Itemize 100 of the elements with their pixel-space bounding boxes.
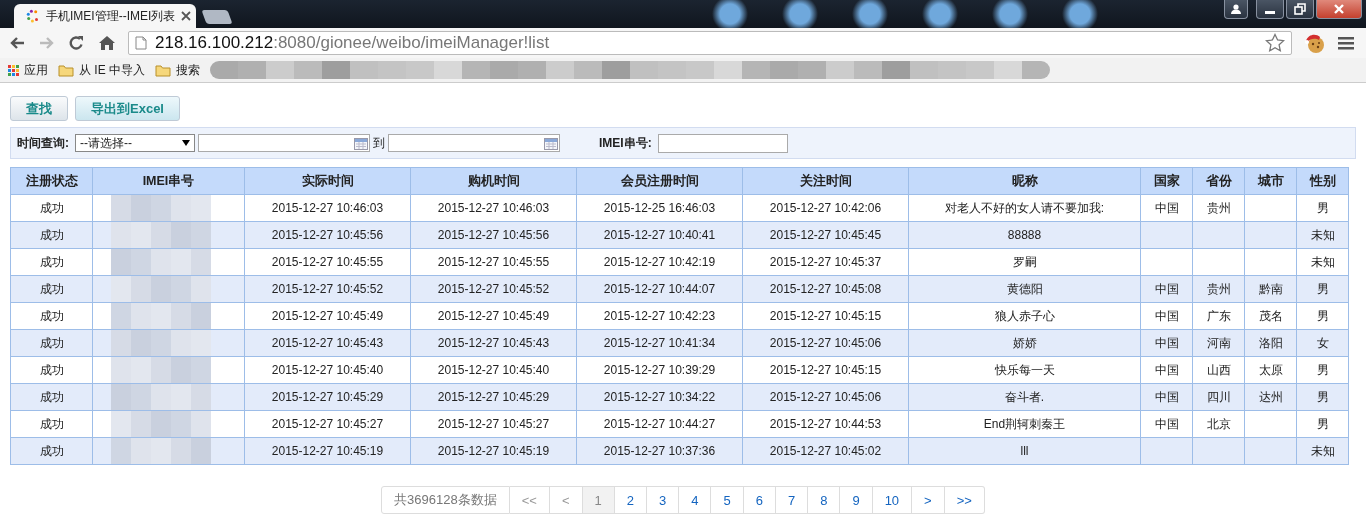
page-link[interactable]: 5 xyxy=(711,486,744,514)
table-cell: 洛阳 xyxy=(1258,335,1283,350)
table-cell: 2015-12-27 10:37:36 xyxy=(603,444,716,458)
table-cell: 山西 xyxy=(1206,362,1231,377)
table-cell: 88888 xyxy=(1007,228,1042,242)
bookmark-item[interactable]: 从 IE 中导入 xyxy=(58,61,145,79)
calendar-icon[interactable] xyxy=(354,136,368,150)
table-cell: 2015-12-27 10:42:19 xyxy=(603,255,716,269)
imei-field[interactable] xyxy=(657,133,788,153)
reload-icon[interactable] xyxy=(68,35,86,51)
bookmark-item[interactable]: 应用 xyxy=(8,61,48,79)
page-link[interactable]: 3 xyxy=(647,486,680,514)
column-header: 会员注册时间 xyxy=(576,167,743,195)
table-cell: 2015-12-27 10:40:41 xyxy=(603,228,716,242)
table-cell: 2015-12-27 10:45:27 xyxy=(271,417,384,431)
close-button[interactable] xyxy=(1316,0,1362,19)
page-link[interactable]: 7 xyxy=(775,486,809,514)
table-cell: 中国 xyxy=(1154,308,1179,323)
table-cell: 2015-12-27 10:45:37 xyxy=(769,255,882,269)
time-label: 时间查询: xyxy=(17,134,69,152)
minimize-button[interactable] xyxy=(1256,0,1284,19)
table-cell: 2015-12-27 10:45:15 xyxy=(769,363,882,377)
table-cell: 成功 xyxy=(39,335,64,350)
table-cell: 2015-12-27 10:44:53 xyxy=(769,417,882,431)
date-field[interactable] xyxy=(388,134,560,152)
table-cell: 男 xyxy=(1316,200,1329,215)
table-cell: 罗嗣 xyxy=(1012,254,1037,269)
table-cell: 贵州 xyxy=(1206,281,1231,296)
page-link[interactable]: >> xyxy=(944,486,985,514)
table-cell: 黔南 xyxy=(1258,281,1283,296)
column-header: 关注时间 xyxy=(742,167,909,195)
tab-title: 手机IMEI管理--IMEI列表 xyxy=(46,7,176,25)
column-header: 购机时间 xyxy=(410,167,577,195)
table-cell: 中国 xyxy=(1154,416,1179,431)
column-header: 性别 xyxy=(1296,167,1349,195)
table-cell: 2015-12-27 10:45:40 xyxy=(437,363,550,377)
table-cell: 中国 xyxy=(1154,362,1179,377)
column-header: 城市 xyxy=(1244,167,1297,195)
table-cell: 成功 xyxy=(39,281,64,296)
table-cell: 2015-12-27 10:45:49 xyxy=(271,309,384,323)
url-text: 218.16.100.212:8080/gionee/weibo/imeiManager!list xyxy=(155,33,551,53)
new-tab-button[interactable] xyxy=(201,10,233,24)
table-cell: 中国 xyxy=(1154,335,1179,350)
export-button[interactable]: 导出到Excel xyxy=(75,96,180,121)
page-link[interactable]: 1 xyxy=(582,486,615,514)
cookie-icon[interactable] xyxy=(1304,32,1326,54)
table-cell: 成功 xyxy=(39,254,64,269)
date-field[interactable] xyxy=(198,134,370,152)
star-icon[interactable] xyxy=(1265,33,1285,53)
maximize-button[interactable] xyxy=(1286,0,1314,19)
back-icon[interactable] xyxy=(8,35,26,51)
table-cell: 2015-12-27 10:45:29 xyxy=(437,390,550,404)
table-cell: 2015-12-27 10:34:22 xyxy=(603,390,716,404)
page-link[interactable]: 8 xyxy=(808,486,841,514)
time-dropdown[interactable]: --请选择-- xyxy=(75,134,195,152)
table-cell: 2015-12-27 10:45:19 xyxy=(437,444,550,458)
column-header: 国家 xyxy=(1140,167,1193,195)
table-cell: 四川 xyxy=(1206,389,1231,404)
table-cell: 成功 xyxy=(39,416,64,431)
table-cell: 男 xyxy=(1316,389,1329,404)
loading-icon xyxy=(26,9,40,23)
page-link[interactable]: 6 xyxy=(743,486,776,514)
table-cell: 2015-12-27 10:42:23 xyxy=(603,309,716,323)
page-link[interactable]: 2 xyxy=(614,486,647,514)
column-header: 实际时间 xyxy=(244,167,411,195)
table-cell: 2015-12-27 10:45:49 xyxy=(437,309,550,323)
page-link[interactable]: 9 xyxy=(840,486,873,514)
table-cell: 2015-12-27 10:45:45 xyxy=(769,228,882,242)
search-button[interactable]: 查找 xyxy=(10,96,68,121)
table-cell: 男 xyxy=(1316,362,1329,377)
close-icon[interactable] xyxy=(181,11,192,21)
calendar-icon[interactable] xyxy=(544,136,558,150)
imei-label: IMEI串号: xyxy=(599,134,652,152)
table-cell: 2015-12-27 10:46:03 xyxy=(271,201,384,215)
table-cell: 2015-12-27 10:45:52 xyxy=(271,282,384,296)
table-cell: lll xyxy=(1020,444,1029,458)
table-cell: 2015-12-27 10:45:06 xyxy=(769,390,882,404)
table-cell: 2015-12-27 10:45:19 xyxy=(271,444,384,458)
table-cell: 2015-12-27 10:45:55 xyxy=(271,255,384,269)
table-cell: 茂名 xyxy=(1258,308,1283,323)
dropdown-arrow-icon xyxy=(182,140,190,146)
bookmark-item[interactable]: 搜索 xyxy=(155,61,200,79)
address-bar[interactable]: 218.16.100.212:8080/gionee/weibo/imeiManager!list xyxy=(128,31,1292,55)
minimize-icon xyxy=(1265,10,1275,14)
table-cell: 2015-12-27 10:45:02 xyxy=(769,444,882,458)
table-cell: 成功 xyxy=(39,443,64,458)
page-link[interactable]: 10 xyxy=(872,486,913,514)
page-link[interactable]: 4 xyxy=(679,486,712,514)
table-cell: 2015-12-27 10:45:15 xyxy=(769,309,882,323)
profile-button[interactable] xyxy=(1224,0,1248,19)
page-link[interactable]: > xyxy=(912,486,945,514)
table-cell: 2015-12-27 10:44:27 xyxy=(603,417,716,431)
table-cell: 男 xyxy=(1316,416,1329,431)
table-cell: 男 xyxy=(1316,308,1329,323)
table-cell: 2015-12-27 10:45:27 xyxy=(437,417,550,431)
home-icon[interactable] xyxy=(98,35,116,51)
menu-icon[interactable] xyxy=(1338,36,1354,50)
browser-tab[interactable]: 手机IMEI管理--IMEI列表 xyxy=(14,4,196,28)
table-cell: 贵州 xyxy=(1206,200,1231,215)
table-cell: 2015-12-27 10:41:34 xyxy=(603,336,716,350)
